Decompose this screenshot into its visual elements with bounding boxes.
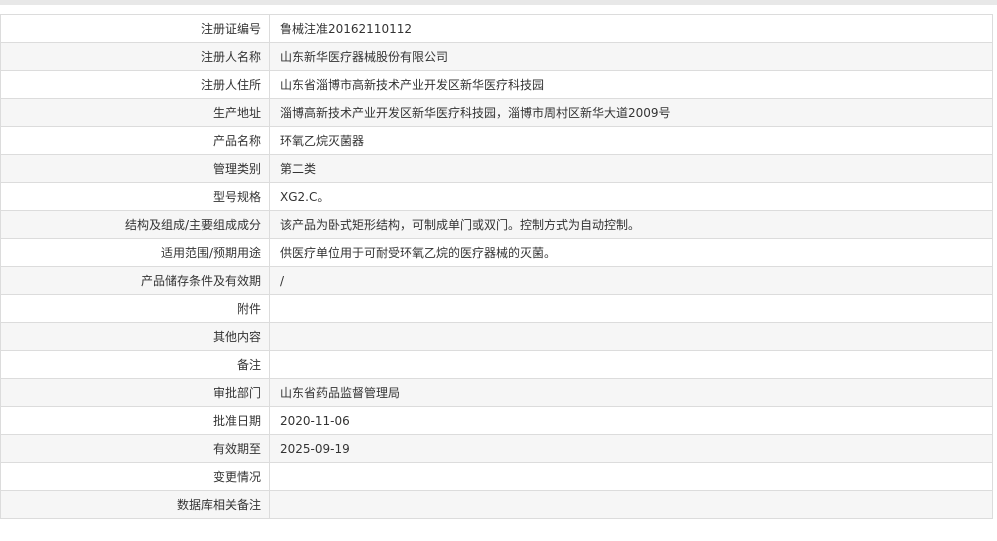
field-value-database-remarks (269, 490, 993, 519)
table-row: 注册证编号 鲁械注准20162110112 (0, 14, 993, 43)
field-value-remarks (269, 350, 993, 379)
table-row: 生产地址 淄博高新技术产业开发区新华医疗科技园，淄博市周村区新华大道2009号 (0, 98, 993, 127)
field-value-approval-department: 山东省药品监督管理局 (269, 378, 993, 407)
field-label-other-content: 其他内容 (0, 322, 270, 351)
field-label-model-spec: 型号规格 (0, 182, 270, 211)
table-row: 附件 (0, 294, 993, 323)
field-label-intended-use: 适用范围/预期用途 (0, 238, 270, 267)
field-value-valid-until: 2025-09-19 (269, 434, 993, 463)
field-value-registration-number: 鲁械注准20162110112 (269, 14, 993, 43)
table-row: 结构及组成/主要组成成分 该产品为卧式矩形结构，可制成单门或双门。控制方式为自动… (0, 210, 993, 239)
table-row: 注册人名称 山东新华医疗器械股份有限公司 (0, 42, 993, 71)
field-value-structure-composition: 该产品为卧式矩形结构，可制成单门或双门。控制方式为自动控制。 (269, 210, 993, 239)
field-label-production-address: 生产地址 (0, 98, 270, 127)
table-row: 产品名称 环氧乙烷灭菌器 (0, 126, 993, 155)
field-label-approval-date: 批准日期 (0, 406, 270, 435)
top-bar (0, 0, 997, 5)
field-value-registrant-name: 山东新华医疗器械股份有限公司 (269, 42, 993, 71)
field-label-valid-until: 有效期至 (0, 434, 270, 463)
table-row: 审批部门 山东省药品监督管理局 (0, 378, 993, 407)
field-value-model-spec: XG2.C。 (269, 182, 993, 211)
field-value-intended-use: 供医疗单位用于可耐受环氧乙烷的医疗器械的灭菌。 (269, 238, 993, 267)
field-value-storage-validity: / (269, 266, 993, 295)
table-row: 型号规格 XG2.C。 (0, 182, 993, 211)
table-row: 有效期至 2025-09-19 (0, 434, 993, 463)
field-value-product-name: 环氧乙烷灭菌器 (269, 126, 993, 155)
field-label-change-history: 变更情况 (0, 462, 270, 491)
field-value-change-history (269, 462, 993, 491)
table-row: 适用范围/预期用途 供医疗单位用于可耐受环氧乙烷的医疗器械的灭菌。 (0, 238, 993, 267)
field-label-structure-composition: 结构及组成/主要组成成分 (0, 210, 270, 239)
field-label-remarks: 备注 (0, 350, 270, 379)
field-value-production-address: 淄博高新技术产业开发区新华医疗科技园，淄博市周村区新华大道2009号 (269, 98, 993, 127)
table-row: 管理类别 第二类 (0, 154, 993, 183)
field-label-product-name: 产品名称 (0, 126, 270, 155)
table-row: 数据库相关备注 (0, 490, 993, 519)
field-label-management-category: 管理类别 (0, 154, 270, 183)
table-row: 变更情况 (0, 462, 993, 491)
field-label-approval-department: 审批部门 (0, 378, 270, 407)
field-label-database-remarks: 数据库相关备注 (0, 490, 270, 519)
table-row: 备注 (0, 350, 993, 379)
field-label-registration-number: 注册证编号 (0, 14, 270, 43)
field-label-registrant-address: 注册人住所 (0, 70, 270, 99)
table-row: 注册人住所 山东省淄博市高新技术产业开发区新华医疗科技园 (0, 70, 993, 99)
field-value-registrant-address: 山东省淄博市高新技术产业开发区新华医疗科技园 (269, 70, 993, 99)
registration-detail-table: 注册证编号 鲁械注准20162110112 注册人名称 山东新华医疗器械股份有限… (0, 14, 993, 519)
table-row: 其他内容 (0, 322, 993, 351)
field-label-registrant-name: 注册人名称 (0, 42, 270, 71)
table-row: 产品储存条件及有效期 / (0, 266, 993, 295)
field-value-approval-date: 2020-11-06 (269, 406, 993, 435)
field-value-other-content (269, 322, 993, 351)
field-value-attachments (269, 294, 993, 323)
field-label-storage-validity: 产品储存条件及有效期 (0, 266, 270, 295)
table-row: 批准日期 2020-11-06 (0, 406, 993, 435)
field-label-attachments: 附件 (0, 294, 270, 323)
field-value-management-category: 第二类 (269, 154, 993, 183)
